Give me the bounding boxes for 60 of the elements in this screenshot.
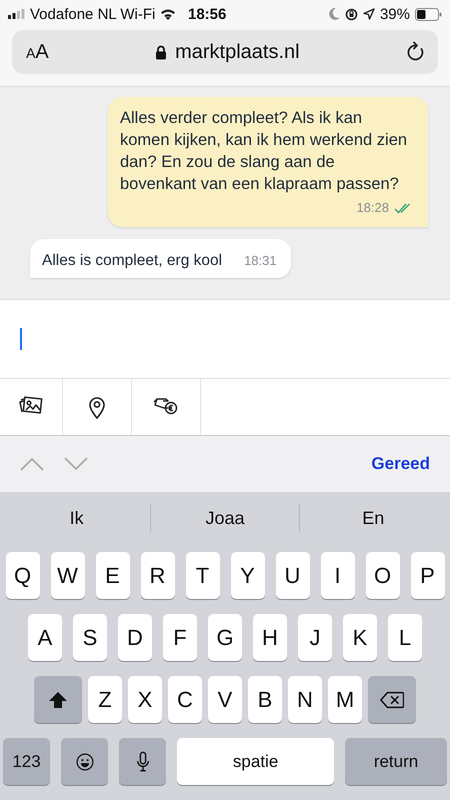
location-arrow-icon <box>362 8 375 20</box>
letter-key[interactable]: Q <box>6 552 40 599</box>
letter-key[interactable]: U <box>276 552 310 599</box>
numbers-key[interactable]: 123 <box>3 738 50 785</box>
backspace-key[interactable] <box>368 676 416 723</box>
backspace-icon <box>380 690 404 708</box>
letter-key[interactable]: H <box>253 614 287 661</box>
url-text: marktplaats.nl <box>175 40 300 64</box>
letter-key[interactable]: J <box>298 614 332 661</box>
suggestion[interactable]: En <box>300 506 447 530</box>
letter-key[interactable]: F <box>163 614 197 661</box>
letter-key[interactable]: W <box>50 552 84 599</box>
address-bar[interactable]: AA marktplaats.nl <box>12 30 438 74</box>
suggestion[interactable]: Ik <box>3 506 150 530</box>
lock-icon <box>155 44 168 60</box>
emoji-key[interactable] <box>61 738 108 785</box>
letter-key[interactable]: L <box>388 614 422 661</box>
signal-icon <box>8 9 25 19</box>
letter-key[interactable]: I <box>320 552 354 599</box>
message-time: 18:28 <box>356 199 389 217</box>
message-text: Alles verder compleet? Als ik kan komen kijken, kan ik hem werkend zien dan? En zou de slang aan de bovenkant van een klapraam passen? <box>120 108 408 195</box>
letter-key[interactable]: T <box>186 552 220 599</box>
space-key[interactable]: spatie <box>177 738 334 785</box>
letter-key[interactable]: Y <box>230 552 264 599</box>
reload-icon[interactable] <box>406 41 426 63</box>
letter-key[interactable]: K <box>343 614 377 661</box>
emoji-icon <box>74 752 95 770</box>
battery-icon <box>415 8 442 20</box>
letter-key[interactable]: B <box>248 676 282 723</box>
letter-key[interactable]: Z <box>88 676 122 723</box>
shift-key[interactable] <box>34 676 82 723</box>
battery-percent: 39% <box>380 6 410 22</box>
letter-key[interactable]: R <box>140 552 174 599</box>
return-key[interactable]: return <box>345 738 447 785</box>
done-button[interactable]: Gereed <box>371 454 430 474</box>
status-time: 18:56 <box>188 6 228 22</box>
moon-icon <box>328 8 340 20</box>
shift-icon <box>48 690 68 708</box>
letter-key[interactable]: P <box>410 552 444 599</box>
letter-key[interactable]: S <box>73 614 107 661</box>
letter-key[interactable]: G <box>208 614 242 661</box>
letter-key[interactable]: D <box>118 614 152 661</box>
message-text: Alles is compleet, erg kool <box>42 251 222 271</box>
carrier-name: Vodafone NL Wi-Fi <box>30 6 156 22</box>
letter-key[interactable]: O <box>366 552 400 599</box>
letter-key[interactable]: N <box>288 676 322 723</box>
suggestion[interactable]: Joaa <box>151 506 299 530</box>
letter-key[interactable]: E <box>96 552 130 599</box>
letter-key[interactable]: C <box>168 676 202 723</box>
microphone-icon <box>136 750 150 772</box>
wifi-icon <box>160 8 176 20</box>
text-size-button[interactable]: AA <box>26 40 49 64</box>
letter-key[interactable]: V <box>208 676 242 723</box>
rotation-lock-icon <box>344 8 358 20</box>
letter-key[interactable]: A <box>28 614 62 661</box>
message-input[interactable] <box>0 300 450 379</box>
letter-key[interactable]: X <box>128 676 162 723</box>
mic-key[interactable] <box>119 738 166 785</box>
letter-key[interactable]: M <box>328 676 362 723</box>
message-time: 18:31 <box>244 253 277 268</box>
